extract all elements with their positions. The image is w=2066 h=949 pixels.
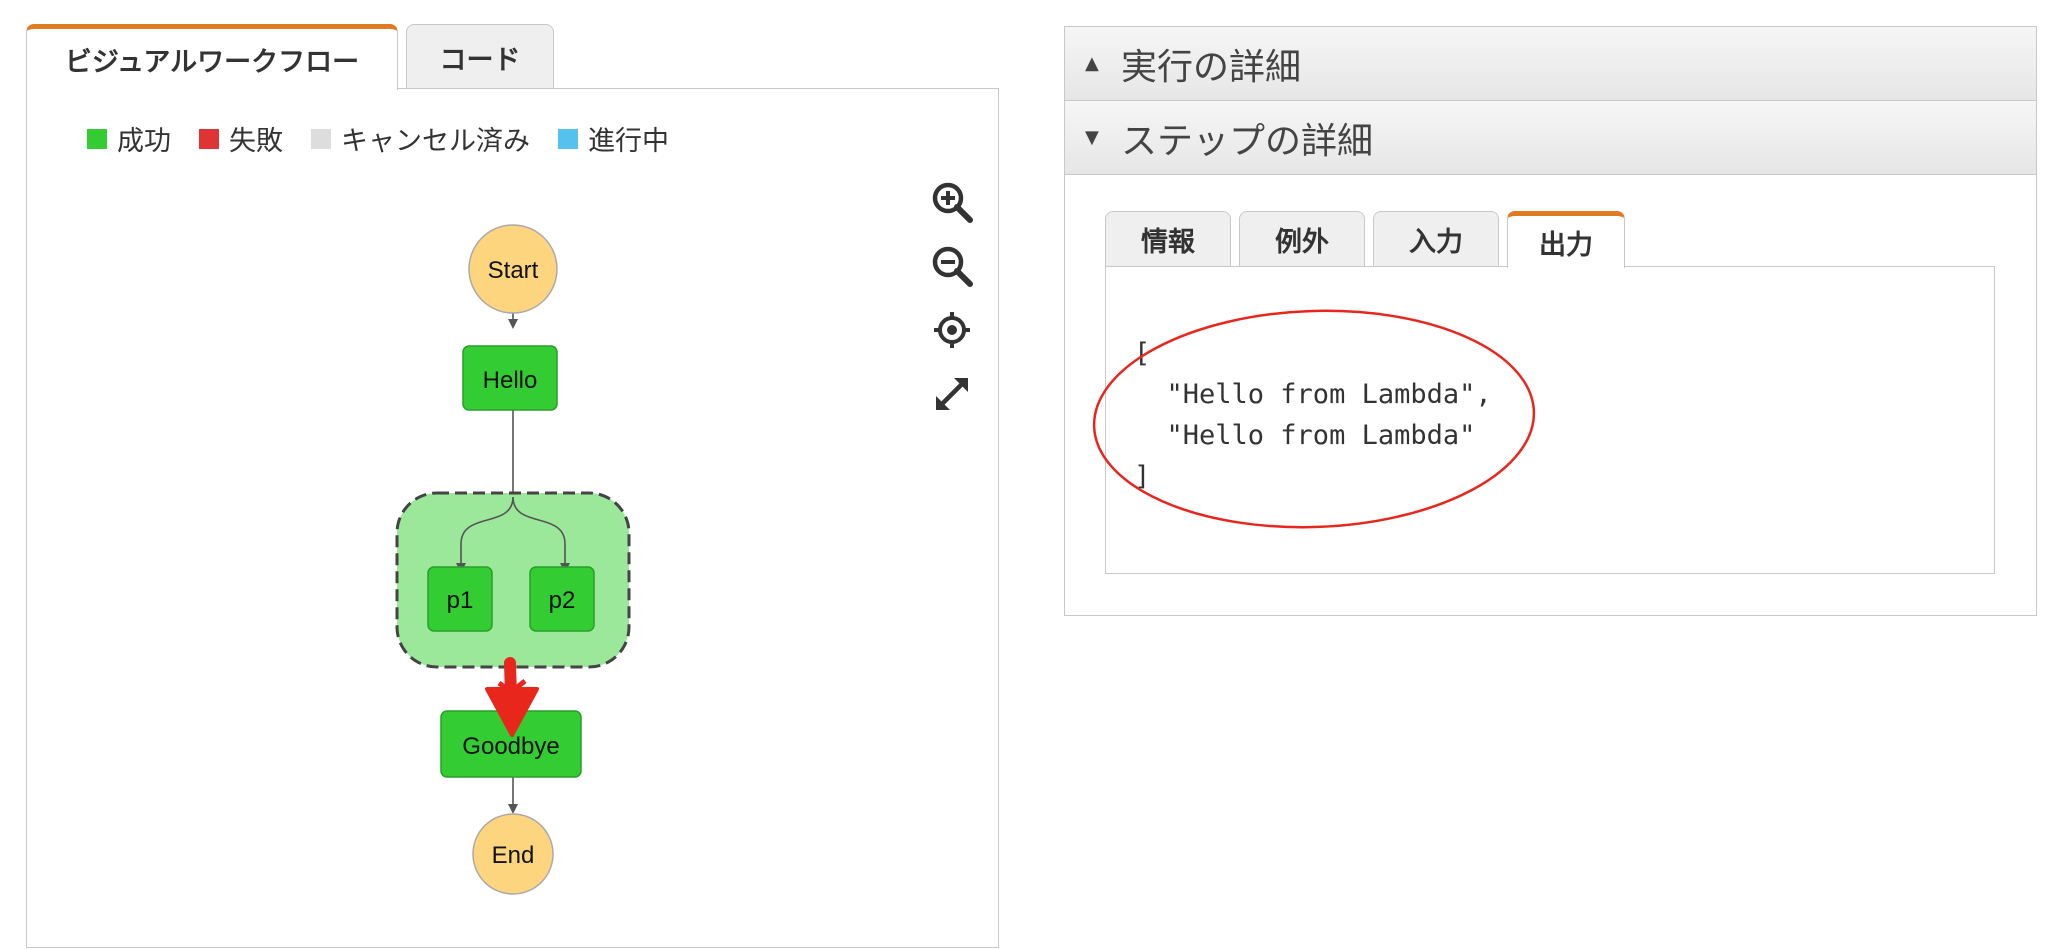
caret-down-icon: ▼ [1085, 127, 1099, 148]
node-end[interactable]: End [472, 813, 554, 895]
step-details-title: ステップの詳細 [1121, 120, 1374, 162]
caret-up-icon: ▲ [1085, 53, 1099, 74]
expand-icon[interactable] [927, 371, 977, 417]
graph-zoom-toolbar [927, 179, 977, 417]
node-hello[interactable]: Hello [462, 345, 558, 411]
node-hello-label: Hello [483, 367, 538, 394]
node-p2-label: p2 [549, 587, 576, 614]
zoom-out-icon[interactable] [927, 243, 977, 289]
node-end-label: End [492, 842, 535, 869]
tab-exception[interactable]: 例外 [1239, 211, 1365, 267]
node-start-label: Start [488, 257, 539, 284]
tab-info[interactable]: 情報 [1105, 211, 1231, 267]
graph-tab-bar: ビジュアルワークフロー コード [26, 24, 554, 90]
output-viewer[interactable]: [ "Hello from Lambda", "Hello from Lambd… [1092, 266, 1995, 574]
step-detail-tab-bar: 情報 例外 入力 出力 [1105, 211, 1625, 268]
node-goodbye-label: Goodbye [462, 733, 559, 760]
details-panel: ▲ 実行の詳細 ▼ ステップの詳細 情報 例外 入力 出力 [ "Hello f… [1064, 26, 2037, 616]
execution-details-header[interactable]: ▲ 実行の詳細 [1065, 27, 2036, 101]
tab-visual-workflow[interactable]: ビジュアルワークフロー [26, 24, 398, 90]
node-start[interactable]: Start [468, 224, 558, 314]
tab-input[interactable]: 入力 [1373, 211, 1499, 267]
node-p1-label: p1 [447, 587, 474, 614]
visual-workflow-panel: 成功 失敗 キャンセル済み 進行中 Start Hello p1 p2 Good… [26, 88, 999, 948]
step-details-header[interactable]: ▼ ステップの詳細 [1065, 101, 2036, 175]
execution-details-title: 実行の詳細 [1121, 46, 1302, 88]
workflow-graph: Start Hello p1 p2 Goodbye End [395, 224, 631, 895]
tab-output[interactable]: 出力 [1507, 211, 1625, 268]
zoom-in-icon[interactable] [927, 179, 977, 225]
center-icon[interactable] [927, 307, 977, 353]
tab-code[interactable]: コード [406, 24, 554, 89]
node-p1[interactable]: p1 [427, 566, 493, 632]
output-json: [ "Hello from Lambda", "Hello from Lambd… [1134, 338, 1492, 492]
node-p2[interactable]: p2 [529, 566, 595, 632]
